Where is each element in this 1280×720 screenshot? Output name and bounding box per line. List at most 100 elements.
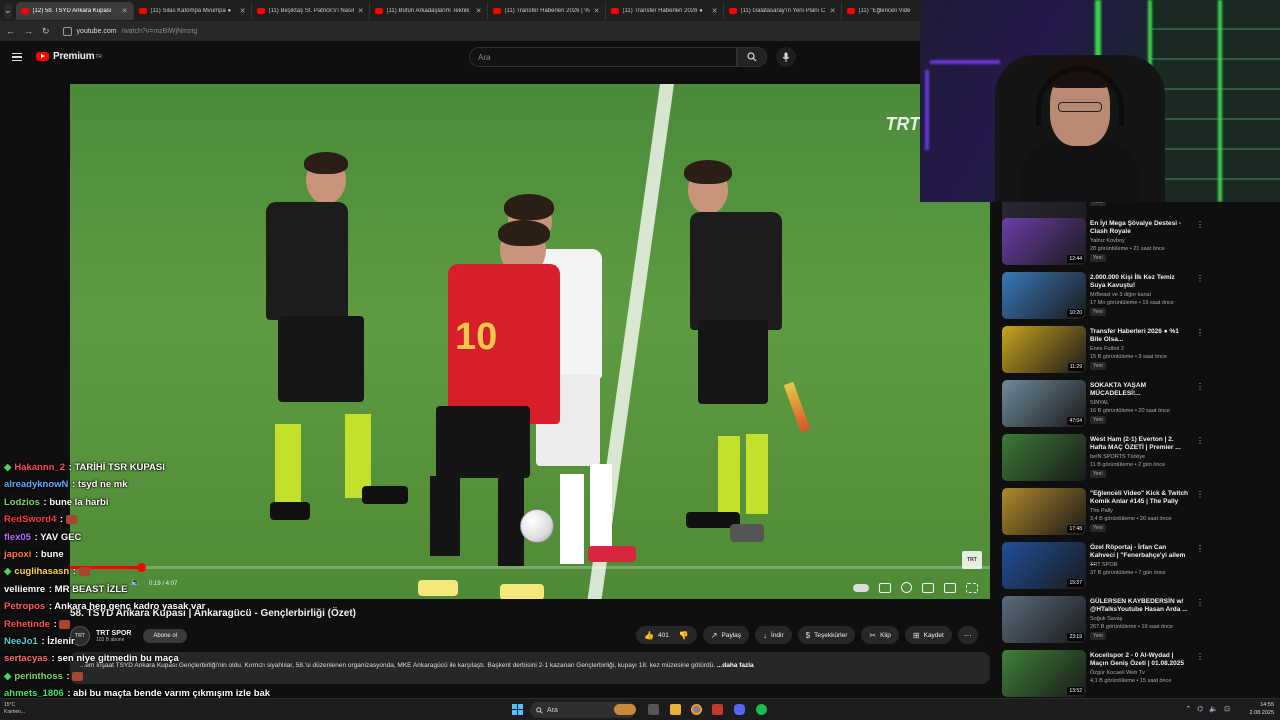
chat-username[interactable]: Petropos bbox=[4, 601, 45, 612]
recommended-channel[interactable]: Soğuk Savaş bbox=[1090, 616, 1122, 622]
back-icon[interactable]: ← bbox=[6, 26, 15, 36]
video-thumbnail[interactable]: 47:04 bbox=[1002, 380, 1086, 427]
video-thumbnail[interactable]: 13:52 bbox=[1002, 650, 1086, 697]
tab-close-icon[interactable]: ✕ bbox=[122, 7, 128, 15]
file-explorer-icon[interactable] bbox=[670, 704, 681, 715]
task-view-icon[interactable] bbox=[648, 704, 659, 715]
browser-tab[interactable]: (11) Transfer Haberleri 2026 | % ✕ bbox=[488, 1, 606, 20]
recommended-title[interactable]: Kocelispor 2 - 0 Al-Wydad | Maçın Geniş … bbox=[1090, 652, 1190, 668]
browser-tab[interactable]: (11) Galatasaray'ın Yeni Planı C ✕ bbox=[724, 1, 842, 20]
recommended-video[interactable]: West Ham (2-1) Everton | 2. Hafta MAÇ ÖZ… bbox=[1000, 434, 1204, 484]
tab-close-icon[interactable]: ✕ bbox=[358, 7, 364, 15]
windows-start-icon[interactable] bbox=[512, 704, 523, 715]
discord-icon[interactable] bbox=[734, 704, 745, 715]
tab-close-icon[interactable]: ✕ bbox=[594, 7, 600, 15]
video-thumbnail[interactable] bbox=[1002, 434, 1086, 481]
search-input[interactable]: Ara bbox=[469, 47, 737, 67]
clip-button[interactable]: ✂ Klip bbox=[861, 626, 899, 644]
video-thumbnail[interactable]: 12:44 bbox=[1002, 218, 1086, 265]
recommended-channel[interactable]: The Pally bbox=[1090, 508, 1113, 514]
hamburger-menu-icon[interactable] bbox=[12, 53, 22, 61]
more-vertical-icon[interactable]: ⋮ bbox=[1196, 652, 1204, 661]
more-vertical-icon[interactable]: ⋮ bbox=[1196, 328, 1204, 337]
chat-username[interactable]: Hakannn_2 bbox=[14, 462, 65, 473]
recommended-title[interactable]: GÜLERSEN KAYBEDERSİN w/ @HTalksYoutube H… bbox=[1090, 598, 1190, 614]
chat-username[interactable]: japoxi bbox=[4, 549, 31, 560]
browser-tab[interactable]: (11) Silas Katompa Mvumpa ● ✕ bbox=[134, 1, 252, 20]
chat-username[interactable]: Lodzios bbox=[4, 497, 40, 508]
site-info-icon[interactable] bbox=[62, 26, 72, 36]
video-thumbnail[interactable]: 17:48 bbox=[1002, 488, 1086, 535]
url-field[interactable]: youtube.com/watch?v=mzBiWjNmstg bbox=[62, 26, 197, 36]
tab-close-icon[interactable]: ✕ bbox=[476, 7, 482, 15]
recommended-video[interactable]: 15:37 Özel Röportaj - İrfan Can Kahveci |… bbox=[1000, 542, 1204, 592]
theater-mode-icon[interactable] bbox=[944, 582, 956, 593]
tab-close-icon[interactable]: ✕ bbox=[830, 7, 836, 15]
chat-username[interactable]: sertacyas bbox=[4, 653, 48, 664]
recommended-title[interactable]: SOKAKTA YAŞAM MÜCADELESİ!... bbox=[1090, 382, 1190, 398]
chat-username[interactable]: flex05 bbox=[4, 532, 31, 543]
chevron-up-icon[interactable]: ⌃ bbox=[1185, 705, 1191, 713]
video-thumbnail[interactable]: 15:37 bbox=[1002, 542, 1086, 589]
browser-tab[interactable]: (11) Bütün Arkadaşlarım Teknik ✕ bbox=[370, 1, 488, 20]
forward-icon[interactable]: → bbox=[24, 26, 33, 36]
recommended-channel[interactable]: Özgür Kocaeli Web Tv bbox=[1090, 670, 1145, 676]
browser-tab[interactable]: (11) Transfer Haberleri 2026 ● ✕ bbox=[606, 1, 724, 20]
voice-search-button[interactable] bbox=[776, 47, 796, 67]
recommended-channel[interactable]: SİNYAL bbox=[1090, 400, 1109, 406]
browser-tab[interactable]: (11) Beşiktaş St. Patrick's'i Nasıl ✕ bbox=[252, 1, 370, 20]
fullscreen-icon[interactable] bbox=[966, 582, 978, 593]
miniplayer-icon[interactable] bbox=[922, 582, 934, 593]
spotify-icon[interactable] bbox=[756, 704, 767, 715]
recommended-channel[interactable]: beIN SPORTS Türkiye bbox=[1090, 454, 1145, 460]
chat-username[interactable]: RedSword4 bbox=[4, 514, 56, 525]
reload-icon[interactable]: ↻ bbox=[42, 26, 50, 37]
more-vertical-icon[interactable]: ⋮ bbox=[1196, 598, 1204, 607]
recommended-video[interactable]: 23:19 GÜLERSEN KAYBEDERSİN w/ @HTalksYout… bbox=[1000, 596, 1204, 646]
clock[interactable]: 14:55 2.08.2025 bbox=[1250, 701, 1274, 717]
recommended-video[interactable]: 12:44 En İyi Mega Şövalye Destesi - Clash… bbox=[1000, 218, 1204, 268]
tab-close-icon[interactable]: ✕ bbox=[240, 7, 246, 15]
recommended-title[interactable]: "Eğlenceli Video" Kick & Twitch Komik An… bbox=[1090, 490, 1190, 506]
notification-icon[interactable]: ⊡ bbox=[1224, 705, 1230, 713]
tab-list-button[interactable]: ⌄ bbox=[4, 2, 12, 19]
thumbs-down-icon[interactable]: 👎 bbox=[679, 631, 689, 640]
recommended-channel[interactable]: MrBeast ve 3 diğer kanal bbox=[1090, 292, 1151, 298]
tab-close-icon[interactable]: ✕ bbox=[712, 7, 718, 15]
chat-username[interactable]: cuglihasasn bbox=[14, 566, 69, 577]
recommended-title[interactable]: Transfer Haberleri 2026 ● %1 Bile Olsa..… bbox=[1090, 328, 1190, 344]
network-icon[interactable]: ⌬ bbox=[1197, 705, 1203, 713]
recommended-video[interactable]: 11:29 Transfer Haberleri 2026 ● %1 Bile O… bbox=[1000, 326, 1204, 376]
chrome-icon[interactable] bbox=[691, 704, 702, 715]
chat-username[interactable]: NeeJo1 bbox=[4, 636, 38, 647]
app-icon[interactable] bbox=[712, 704, 723, 715]
speaker-icon[interactable]: 🔈 bbox=[1209, 705, 1218, 713]
recommended-video[interactable]: 13:52 Kocelispor 2 - 0 Al-Wydad | Maçın G… bbox=[1000, 650, 1204, 700]
video-thumbnail[interactable]: 23:19 bbox=[1002, 596, 1086, 643]
recommended-video[interactable]: 47:04 SOKAKTA YAŞAM MÜCADELESİ!... SİNYAL 1… bbox=[1000, 380, 1204, 430]
recommended-title[interactable]: En İyi Mega Şövalye Destesi - Clash Roya… bbox=[1090, 220, 1190, 236]
save-button[interactable]: ⊞ Kaydet bbox=[904, 626, 952, 644]
thanks-button[interactable]: $ Teşekkürler bbox=[797, 626, 856, 644]
like-button[interactable]: 👍 401 👎 bbox=[636, 626, 697, 644]
settings-gear-icon[interactable] bbox=[901, 582, 912, 593]
more-actions-button[interactable]: ⋯ bbox=[957, 626, 978, 644]
chat-username[interactable]: alreadyknowN bbox=[4, 479, 68, 490]
chat-username[interactable]: perinthoss bbox=[14, 671, 63, 682]
weather-widget[interactable]: 15°C Kısmen... bbox=[4, 702, 25, 716]
search-button[interactable] bbox=[737, 47, 767, 67]
search-highlight-icon[interactable] bbox=[614, 704, 636, 715]
chat-username[interactable]: veliiemre bbox=[4, 584, 45, 595]
recommended-video[interactable]: 10:20 2.000.000 Kişi İlk Kez Temiz Suya K… bbox=[1000, 272, 1204, 322]
youtube-logo[interactable]: Premium TR bbox=[36, 51, 102, 62]
more-vertical-icon[interactable]: ⋮ bbox=[1196, 490, 1204, 499]
subtitles-icon[interactable] bbox=[879, 582, 891, 593]
video-thumbnail[interactable]: 10:20 bbox=[1002, 272, 1086, 319]
recommended-video[interactable]: 17:48 "Eğlenceli Video" Kick & Twitch Kom… bbox=[1000, 488, 1204, 538]
more-vertical-icon[interactable]: ⋮ bbox=[1196, 436, 1204, 445]
more-vertical-icon[interactable]: ⋮ bbox=[1196, 220, 1204, 229]
more-vertical-icon[interactable]: ⋮ bbox=[1196, 274, 1204, 283]
show-more-link[interactable]: ...daha fazla bbox=[717, 662, 754, 669]
chat-username[interactable]: Rehetinde bbox=[4, 619, 50, 630]
video-thumbnail[interactable]: 11:29 bbox=[1002, 326, 1086, 373]
